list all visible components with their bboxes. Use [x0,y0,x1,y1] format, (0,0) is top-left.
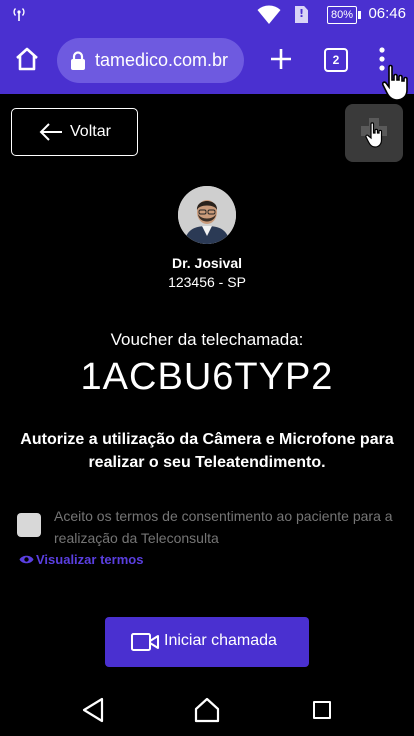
status-bar: ! 80% 06:46 [0,0,414,30]
view-terms-link[interactable]: Visualizar termos [19,552,143,567]
sim-alert-icon: ! [295,6,308,23]
doctor-photo [178,186,236,244]
home-icon[interactable] [13,45,41,73]
android-nav-bar [0,684,414,736]
eye-icon [19,555,34,564]
new-tab-icon[interactable] [268,46,294,72]
terms-label: Aceito os termos de consentimento ao pac… [54,508,393,546]
voucher-label: Voucher da telechamada: [110,330,304,349]
voucher-code: 1ACBU6TYP2 [80,356,334,398]
arrow-left-icon [39,123,62,141]
start-call-button[interactable]: Iniciar chamada [105,617,309,667]
url-text: tamedico.com.br [95,50,229,70]
back-button[interactable]: Voltar [11,108,138,156]
lock-icon [71,51,85,70]
back-button-label: Voltar [70,123,111,140]
doctor-name: Dr. Josival [171,255,243,271]
status-time: 06:46 [368,5,406,22]
browser-chrome: ! 80% 06:46 tamedico.com.br 2 [0,0,414,94]
nav-recent-apps-icon[interactable] [313,701,331,719]
address-bar[interactable]: tamedico.com.br [57,38,244,83]
browser-toolbar: tamedico.com.br 2 [0,30,414,94]
medical-cross-icon [361,118,387,148]
video-camera-icon [131,633,159,651]
tab-switcher-button[interactable]: 2 [324,48,348,72]
doctor-crm: 123456 - SP [168,274,246,290]
doctor-avatar [178,186,236,244]
terms-checkbox[interactable] [17,513,41,537]
authorize-message: Autorize a utilização da Câmera e Microf… [20,431,394,471]
hand-cursor-icon [382,64,408,101]
view-terms-label: Visualizar termos [36,552,144,567]
signal-broadcast-icon [13,8,25,21]
nav-back-icon[interactable] [81,697,105,723]
nav-home-icon[interactable] [194,697,220,723]
start-call-label: Iniciar chamada [164,632,277,649]
floating-app-button[interactable] [345,104,403,162]
battery-indicator: 80% [326,6,362,24]
wifi-icon [257,5,281,24]
